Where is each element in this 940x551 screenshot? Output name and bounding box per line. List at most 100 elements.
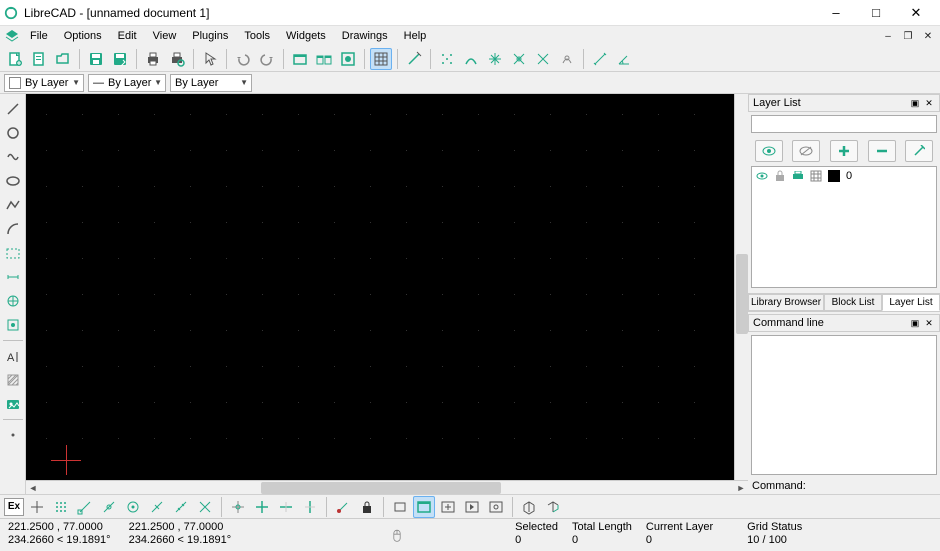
isometric-right-button[interactable] [542, 496, 564, 518]
image-tool[interactable] [2, 393, 24, 415]
exclusive-snap-button[interactable]: Ex [4, 498, 24, 516]
menu-tools[interactable]: Tools [236, 28, 278, 44]
print-button[interactable] [142, 48, 164, 70]
float-panel-button[interactable]: ▣ [909, 317, 921, 329]
hatch-tool[interactable] [2, 369, 24, 391]
menu-help[interactable]: Help [396, 28, 435, 44]
save-as-button[interactable] [109, 48, 131, 70]
snap-endpoint-button[interactable] [460, 48, 482, 70]
menu-drawings[interactable]: Drawings [334, 28, 396, 44]
restrict-horizontal-button[interactable] [275, 496, 297, 518]
snap-center-button[interactable] [484, 48, 506, 70]
show-all-layers-button[interactable] [755, 140, 783, 162]
edit-geometry-button[interactable] [403, 48, 425, 70]
snap-middle-button[interactable] [532, 48, 554, 70]
curve-tool[interactable] [2, 146, 24, 168]
snap-center2-button[interactable] [122, 496, 144, 518]
hide-all-layers-button[interactable] [792, 140, 820, 162]
maximize-button[interactable]: □ [856, 1, 896, 25]
lock-relative-zero-button[interactable] [356, 496, 378, 518]
redo-button[interactable] [256, 48, 278, 70]
text-tool[interactable]: A [2, 345, 24, 367]
edit-layer-button[interactable] [905, 140, 933, 162]
zoom-pan-button[interactable] [437, 496, 459, 518]
zoom-auto-button[interactable] [389, 496, 411, 518]
zoom-window-button[interactable] [413, 496, 435, 518]
info-tool[interactable] [2, 314, 24, 336]
menu-file[interactable]: File [22, 28, 56, 44]
zoom-previous-button[interactable] [461, 496, 483, 518]
select-tool[interactable] [2, 242, 24, 264]
layer-color-swatch[interactable] [828, 170, 840, 182]
layer-row[interactable]: 0 [752, 167, 936, 185]
restrict-vertical-button[interactable] [299, 496, 321, 518]
line-color-combo[interactable]: By Layer ▼ [4, 74, 84, 92]
restrict-orthogonal-button[interactable] [251, 496, 273, 518]
menu-widgets[interactable]: Widgets [278, 28, 334, 44]
print-preview-button[interactable] [166, 48, 188, 70]
construction-icon[interactable] [810, 170, 822, 182]
modify-tool[interactable] [2, 290, 24, 312]
open-button[interactable] [52, 48, 74, 70]
print-icon[interactable] [792, 170, 804, 182]
float-panel-button[interactable]: ▣ [909, 97, 921, 109]
menu-edit[interactable]: Edit [110, 28, 145, 44]
tab-layer-list[interactable]: Layer List [882, 294, 940, 311]
ellipse-tool[interactable] [2, 170, 24, 192]
mdi-close-button[interactable]: ✕ [919, 28, 937, 44]
restrict-nothing-button[interactable] [227, 496, 249, 518]
relative-zero-button[interactable] [332, 496, 354, 518]
new-button[interactable] [4, 48, 26, 70]
vertical-scrollbar[interactable] [734, 94, 748, 480]
tab-library-browser[interactable]: Library Browser [748, 294, 824, 311]
add-layer-button[interactable] [830, 140, 858, 162]
arc-tool[interactable] [2, 218, 24, 240]
mdi-minimize-button[interactable]: – [879, 28, 897, 44]
mdi-icon[interactable] [4, 28, 20, 44]
grid-toggle-button[interactable] [370, 48, 392, 70]
save-button[interactable] [85, 48, 107, 70]
zoom-redraw-button[interactable] [485, 496, 507, 518]
drawing-canvas[interactable] [26, 94, 734, 480]
minimize-button[interactable]: – [816, 1, 856, 25]
snap-intersection2-button[interactable] [194, 496, 216, 518]
new-template-button[interactable] [28, 48, 50, 70]
zoom-extents-button[interactable] [337, 48, 359, 70]
point-tool[interactable] [2, 424, 24, 446]
isometric-left-button[interactable] [518, 496, 540, 518]
line-tool[interactable] [2, 98, 24, 120]
measure-angle-button[interactable] [613, 48, 635, 70]
snap-middle2-button[interactable] [146, 496, 168, 518]
snap-free-button[interactable] [26, 496, 48, 518]
line-width-combo[interactable]: — By Layer ▼ [88, 74, 166, 92]
circle-tool[interactable] [2, 122, 24, 144]
measure-distance-button[interactable] [589, 48, 611, 70]
lock-icon[interactable] [774, 170, 786, 182]
snap-grid-button[interactable] [436, 48, 458, 70]
close-button[interactable]: ✕ [896, 1, 936, 25]
layer-list[interactable]: 0 [751, 166, 937, 288]
dimension-tool[interactable] [2, 266, 24, 288]
fullscreen-button[interactable] [289, 48, 311, 70]
tab-block-list[interactable]: Block List [824, 294, 882, 311]
snap-endpoint2-button[interactable] [74, 496, 96, 518]
tab-view-button[interactable] [313, 48, 335, 70]
menu-options[interactable]: Options [56, 28, 110, 44]
snap-distance-button[interactable] [170, 496, 192, 518]
mdi-restore-button[interactable]: ❐ [899, 28, 917, 44]
menu-plugins[interactable]: Plugins [184, 28, 236, 44]
remove-layer-button[interactable] [868, 140, 896, 162]
polyline-tool[interactable] [2, 194, 24, 216]
close-panel-button[interactable]: ✕ [923, 317, 935, 329]
snap-onentity-button[interactable] [98, 496, 120, 518]
cursor-button[interactable] [199, 48, 221, 70]
close-panel-button[interactable]: ✕ [923, 97, 935, 109]
undo-button[interactable] [232, 48, 254, 70]
visible-icon[interactable] [756, 170, 768, 182]
snap-grid2-button[interactable] [50, 496, 72, 518]
snap-intersection-button[interactable] [508, 48, 530, 70]
layer-filter-input[interactable] [751, 115, 937, 133]
snap-perpendicular-button[interactable] [556, 48, 578, 70]
command-history[interactable] [751, 335, 937, 475]
line-type-combo[interactable]: By Layer ▼ [170, 74, 252, 92]
